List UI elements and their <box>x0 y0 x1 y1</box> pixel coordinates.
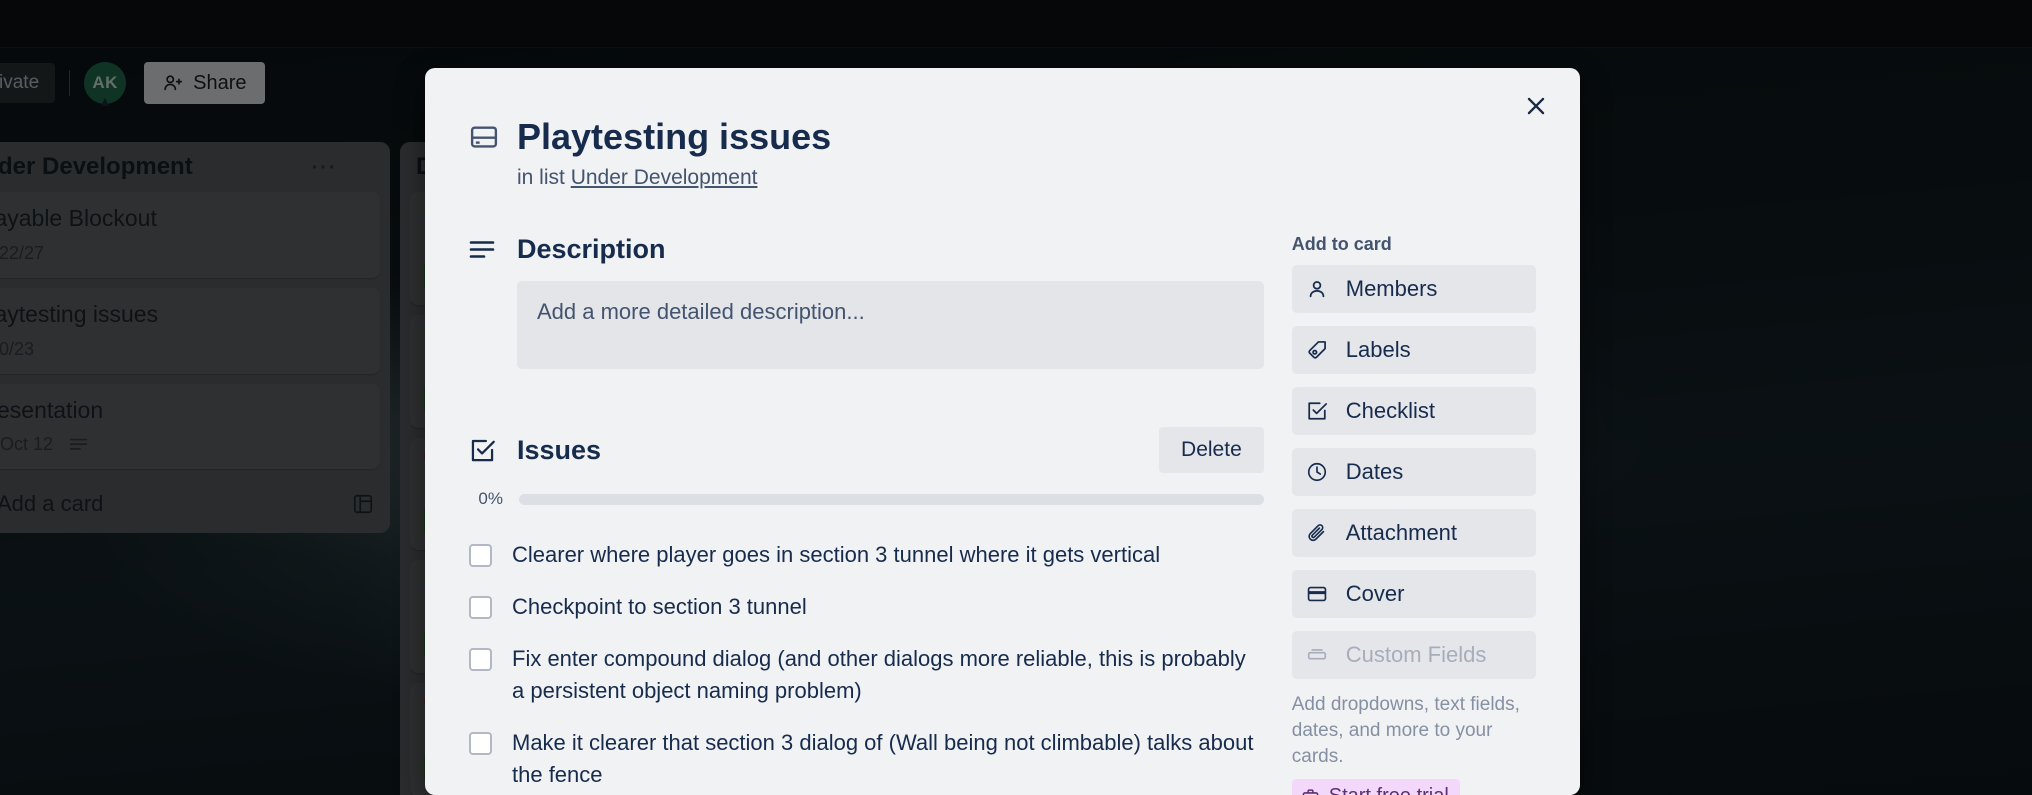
sidebar-item-attachment[interactable]: Attachment <box>1291 509 1536 558</box>
checkbox[interactable] <box>469 544 492 568</box>
card-main-column: Description Add a more detailed descript… <box>469 234 1264 795</box>
sidebar-item-label: Members <box>1345 276 1438 302</box>
cover-icon <box>1306 583 1330 605</box>
label-icon <box>1306 339 1330 361</box>
sidebar-item-label: Checklist <box>1345 398 1435 424</box>
checklist-item-label: Clearer where player goes in section 3 t… <box>512 542 1161 568</box>
checklist-item[interactable]: Checkpoint to section 3 tunnel <box>469 581 1264 633</box>
sidebar-item-labels[interactable]: Labels <box>1291 326 1536 375</box>
checklist-item-label: Make it clearer that section 3 dialog of… <box>512 730 1254 787</box>
sidebar-item-custom-fields[interactable]: Custom Fields <box>1291 631 1536 680</box>
delete-checklist-button[interactable]: Delete <box>1159 427 1264 474</box>
custom-fields-icon <box>1306 644 1330 666</box>
start-free-trial-label: Start free trial <box>1329 785 1449 795</box>
sidebar-item-dates[interactable]: Dates <box>1291 448 1536 497</box>
briefcase-icon <box>1301 787 1320 795</box>
checkbox[interactable] <box>469 732 492 756</box>
checklist-items: Clearer where player goes in section 3 t… <box>469 529 1264 795</box>
sidebar-item-label: Labels <box>1345 337 1411 363</box>
checklist-heading: Issues <box>517 434 602 465</box>
sidebar-item-cover[interactable]: Cover <box>1291 570 1536 619</box>
description-input[interactable]: Add a more detailed description... <box>517 281 1264 370</box>
checkbox[interactable] <box>469 596 492 620</box>
sidebar-item-label: Custom Fields <box>1345 642 1487 668</box>
checklist-section: Issues Delete 0% Clearer where player go… <box>469 427 1264 795</box>
in-list-link[interactable]: Under Development <box>571 166 758 189</box>
description-icon <box>469 240 499 259</box>
checklist-item[interactable]: Fix enter compound dialog (and other dia… <box>469 633 1264 717</box>
member-icon <box>1306 278 1330 300</box>
checklist-item-label: Checkpoint to section 3 tunnel <box>512 594 807 620</box>
breadcrumb: in list Under Development <box>517 166 831 190</box>
checklist-item-label: Fix enter compound dialog (and other dia… <box>512 646 1246 704</box>
card-header: Playtesting issues in list Under Develop… <box>469 116 1536 190</box>
description-section: Description Add a more detailed descript… <box>469 234 1264 370</box>
card-sidebar: Add to card Members Labels Checklist Dat… <box>1291 234 1536 795</box>
description-heading: Description <box>517 234 666 265</box>
checklist-item[interactable]: Make it clearer that section 3 dialog of… <box>469 717 1264 795</box>
checklist-item[interactable]: Clearer where player goes in section 3 t… <box>469 529 1264 581</box>
custom-fields-note: Add dropdowns, text fields, dates, and m… <box>1291 694 1520 767</box>
description-header: Description <box>469 234 1264 265</box>
checklist-progress-percent: 0% <box>478 489 503 509</box>
checklist-progress-track <box>519 493 1264 505</box>
checkbox[interactable] <box>469 648 492 672</box>
sidebar-item-checklist[interactable]: Checklist <box>1291 387 1536 436</box>
checklist-icon <box>1306 400 1330 422</box>
sidebar-item-label: Dates <box>1345 459 1404 485</box>
checklist-icon <box>469 437 499 464</box>
paperclip-icon <box>1306 522 1330 544</box>
in-list-prefix: in list <box>517 166 565 190</box>
close-icon <box>1523 93 1549 119</box>
sidebar-item-label: Cover <box>1345 581 1405 607</box>
sidebar-item-members[interactable]: Members <box>1291 265 1536 314</box>
page-title: Playtesting issues <box>517 116 832 157</box>
card-detail-modal: Playtesting issues in list Under Develop… <box>425 68 1580 795</box>
sidebar-item-label: Attachment <box>1345 520 1458 546</box>
card-cover-icon <box>469 122 499 152</box>
add-to-card-title: Add to card <box>1291 234 1392 255</box>
checklist-progress: 0% <box>469 489 1264 509</box>
close-button[interactable] <box>1512 82 1560 130</box>
checklist-header: Issues Delete <box>469 427 1264 474</box>
trello-app: Private AK ▴ Share Under Development ⋯ P… <box>0 0 2032 795</box>
description-placeholder: Add a more detailed description... <box>537 299 865 325</box>
clock-icon <box>1306 461 1330 483</box>
start-free-trial-button[interactable]: Start free trial <box>1291 779 1460 795</box>
